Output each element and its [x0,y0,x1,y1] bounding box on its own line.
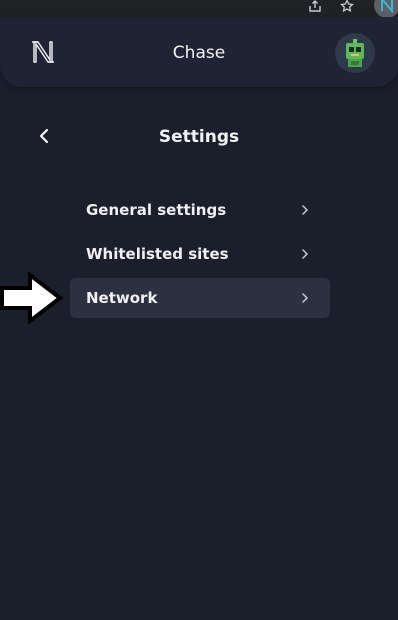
pointer-arrow-icon [0,272,64,324]
chevron-right-icon [302,249,309,259]
settings-menu: General settings Whitelisted sites Netwo… [70,190,330,322]
menu-item-label: General settings [86,201,227,219]
app-header: Chase [0,17,398,87]
menu-item-label: Whitelisted sites [86,245,229,263]
menu-item-network[interactable]: Network [70,278,330,318]
browser-toolbar [0,0,398,18]
menu-item-whitelisted-sites[interactable]: Whitelisted sites [70,234,330,274]
chevron-right-icon [302,293,309,303]
share-icon[interactable] [305,0,325,16]
page-title: Settings [158,127,240,147]
star-icon[interactable] [337,0,357,16]
app-page: Chase Settings General settings Whitelis… [0,0,398,620]
menu-item-label: Network [86,289,158,307]
chevron-right-icon [302,205,309,215]
menu-item-general-settings[interactable]: General settings [70,190,330,230]
extension-icon[interactable] [374,0,398,18]
robot-avatar-icon[interactable] [335,33,375,73]
